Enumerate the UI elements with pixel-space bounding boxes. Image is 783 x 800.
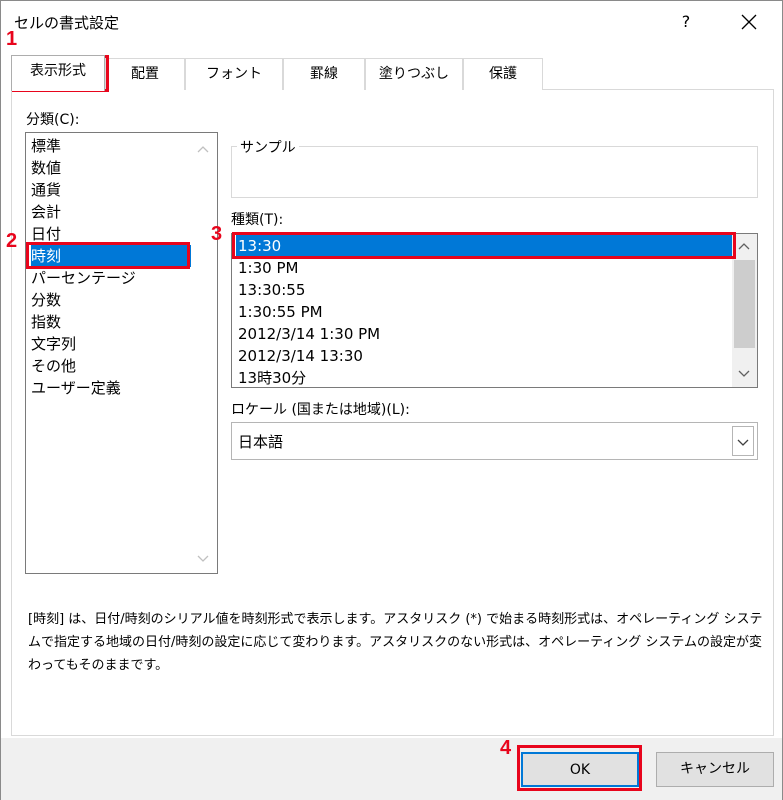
category-item-standard[interactable]: 標準 (31, 135, 191, 157)
type-item-date-130pm[interactable]: 2012/3/14 1:30 PM (236, 323, 736, 345)
cancel-button[interactable]: キャンセル (656, 752, 774, 787)
category-item-scientific[interactable]: 指数 (31, 311, 191, 333)
tab-fill[interactable]: 塗りつぶし (365, 58, 463, 90)
scrollbar-thumb[interactable] (734, 260, 755, 348)
dialog-title: セルの書式設定 (14, 14, 120, 32)
locale-value: 日本語 (238, 433, 284, 451)
locale-dropdown-button[interactable] (732, 426, 754, 456)
annotation-number-3: 3 (211, 223, 223, 245)
annotation-number-4: 4 (500, 737, 512, 759)
category-label: 分類(C): (26, 112, 80, 128)
sample-label: サンプル (237, 137, 299, 157)
format-description: [時刻] は、日付/時刻のシリアル値を時刻形式で表示します。アスタリスク (*)… (28, 612, 763, 673)
type-item-1330[interactable]: 13:30 (236, 235, 736, 257)
close-icon (741, 14, 757, 30)
type-item-date-1330[interactable]: 2012/3/14 13:30 (236, 345, 736, 367)
category-item-accounting[interactable]: 会計 (31, 201, 191, 223)
help-button[interactable]: ? (671, 7, 701, 37)
tab-alignment[interactable]: 配置 (105, 58, 185, 90)
category-list[interactable]: 標準 数値 通貨 会計 日付 時刻 パーセンテージ 分数 指数 文字列 その他 … (25, 132, 218, 574)
category-item-time[interactable]: 時刻 (31, 245, 191, 267)
type-item-13055pm[interactable]: 1:30:55 PM (236, 301, 736, 323)
tab-border[interactable]: 罫線 (283, 58, 365, 90)
category-item-percentage[interactable]: パーセンテージ (31, 267, 191, 289)
tab-number[interactable]: 表示形式 (11, 55, 105, 91)
tab-font[interactable]: フォント (185, 58, 283, 90)
category-item-text[interactable]: 文字列 (31, 333, 191, 355)
ok-button[interactable]: OK (521, 752, 639, 787)
type-list[interactable]: 13:30 1:30 PM 13:30:55 1:30:55 PM 2012/3… (231, 233, 758, 388)
close-button[interactable] (729, 5, 769, 39)
sample-group (231, 146, 758, 198)
category-item-currency[interactable]: 通貨 (31, 179, 191, 201)
tab-protection[interactable]: 保護 (463, 58, 543, 90)
chevron-up-icon[interactable] (738, 242, 750, 252)
chevron-down-icon[interactable] (738, 368, 750, 378)
type-scrollbar[interactable] (732, 234, 757, 387)
locale-label: ロケール (国または地域)(L): (231, 402, 410, 418)
annotation-number-1: 1 (6, 28, 18, 50)
category-item-number[interactable]: 数値 (31, 157, 191, 179)
type-item-133055[interactable]: 13:30:55 (236, 279, 736, 301)
type-item-jp-1330[interactable]: 13時30分 (236, 367, 736, 387)
type-label: 種類(T): (231, 212, 284, 228)
chevron-up-icon[interactable] (197, 145, 209, 155)
annotation-number-2: 2 (6, 230, 18, 252)
category-item-special[interactable]: その他 (31, 355, 191, 377)
locale-select[interactable]: 日本語 (231, 422, 758, 460)
type-item-130pm[interactable]: 1:30 PM (236, 257, 736, 279)
chevron-down-icon (737, 439, 749, 446)
format-cells-dialog: セルの書式設定 ? 表示形式 配置 フォント 罫線 塗りつぶし 保護 分類(C)… (0, 0, 783, 800)
category-item-date[interactable]: 日付 (31, 223, 191, 245)
title-bar: セルの書式設定 ? (1, 1, 782, 43)
chevron-down-icon[interactable] (197, 553, 209, 563)
category-item-custom[interactable]: ユーザー定義 (31, 377, 191, 399)
category-item-fraction[interactable]: 分数 (31, 289, 191, 311)
